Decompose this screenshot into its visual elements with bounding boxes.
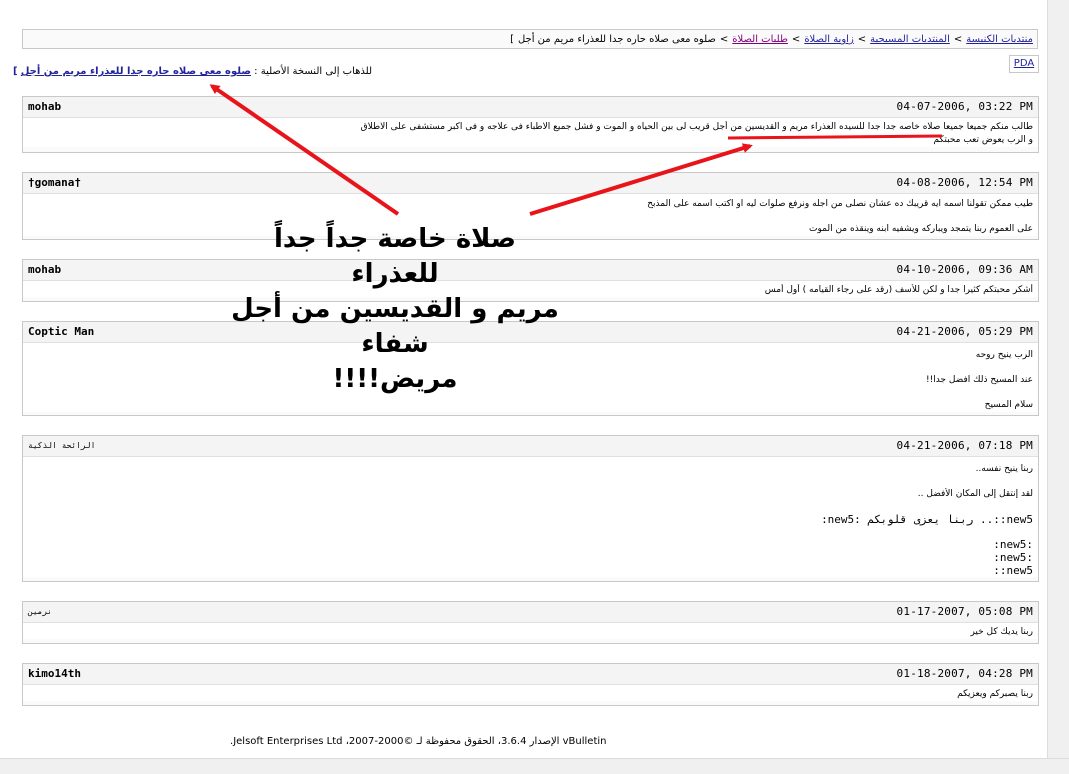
arrow-to-thread-link — [209, 84, 400, 216]
caption-line: مريم و القديسين من أجل شفاء — [231, 294, 559, 359]
underline-first-post — [727, 134, 943, 140]
arrow-to-first-post — [529, 143, 753, 216]
caption-line: مريض!!!! — [332, 364, 458, 394]
annotation-caption: صلاة خاصة جداً جداً للعذراء مريم و القدي… — [230, 222, 560, 397]
caption-line: صلاة خاصة جداً جداً للعذراء — [273, 224, 517, 289]
